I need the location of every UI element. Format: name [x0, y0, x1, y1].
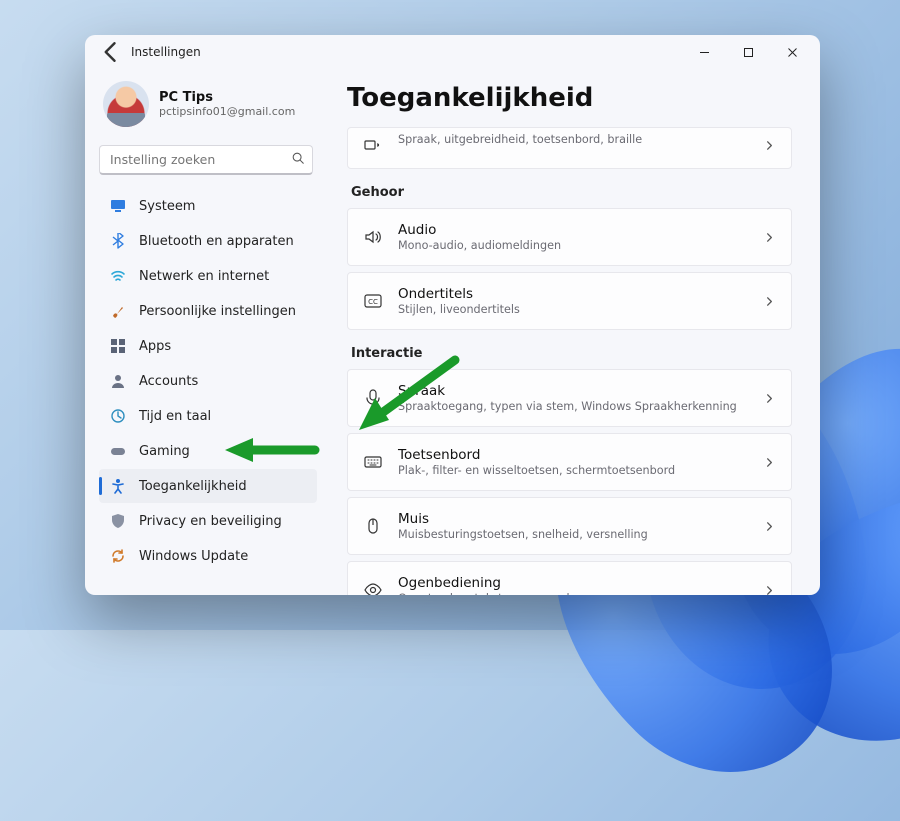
sidebar-item-label: Persoonlijke instellingen [139, 304, 296, 319]
apps-icon [109, 337, 127, 355]
sidebar-item-apps[interactable]: Apps [99, 329, 317, 363]
nav-list: Systeem Bluetooth en apparaten Netwerk e… [99, 189, 317, 573]
sidebar-item-label: Windows Update [139, 549, 248, 564]
avatar [103, 81, 149, 127]
sidebar-item-label: Privacy en beveiliging [139, 514, 282, 529]
sidebar-item-label: Bluetooth en apparaten [139, 234, 294, 249]
chevron-right-icon [764, 389, 775, 408]
close-button[interactable] [770, 37, 814, 67]
sidebar-item-windows-update[interactable]: Windows Update [99, 539, 317, 573]
sidebar-item-personalization[interactable]: Persoonlijke instellingen [99, 294, 317, 328]
person-icon [109, 372, 127, 390]
monitor-icon [109, 197, 127, 215]
globe-clock-icon [109, 407, 127, 425]
brush-icon [109, 302, 127, 320]
row-mouse[interactable]: Muis Muisbesturingstoetsen, snelheid, ve… [347, 497, 792, 555]
row-sub: Ogentracker, tekst-naar-spraak [398, 592, 750, 595]
sidebar-item-label: Apps [139, 339, 171, 354]
eye-icon [362, 579, 384, 595]
sidebar-item-accounts[interactable]: Accounts [99, 364, 317, 398]
sidebar-item-time-language[interactable]: Tijd en taal [99, 399, 317, 433]
row-title: Toetsenbord [398, 447, 750, 463]
main-content: Toegankelijkheid Spraak, uitgebreidheid,… [327, 69, 820, 595]
mouse-icon [362, 515, 384, 537]
row-sub: Spraaktoegang, typen via stem, Windows S… [398, 400, 750, 413]
row-sub: Plak-, filter- en wisseltoetsen, schermt… [398, 464, 750, 477]
row-sub: Mono-audio, audiomeldingen [398, 239, 750, 252]
titlebar: Instellingen [85, 35, 820, 69]
row-sub: Stijlen, liveondertitels [398, 303, 750, 316]
row-title: Ondertitels [398, 286, 750, 302]
row-narrator-partial[interactable]: Spraak, uitgebreidheid, toetsenbord, bra… [347, 127, 792, 169]
window-title: Instellingen [131, 45, 201, 59]
row-title: Spraak [398, 383, 750, 399]
chevron-right-icon [764, 292, 775, 311]
page-title: Toegankelijkheid [347, 83, 792, 113]
row-title: Audio [398, 222, 750, 238]
row-eye-control[interactable]: Ogenbediening Ogentracker, tekst-naar-sp… [347, 561, 792, 595]
wifi-icon [109, 267, 127, 285]
section-title-gehoor: Gehoor [351, 185, 792, 200]
sidebar-item-label: Toegankelijkheid [139, 479, 247, 494]
profile-name: PC Tips [159, 90, 295, 105]
row-captions[interactable]: CC Ondertitels Stijlen, liveondertitels [347, 272, 792, 330]
sidebar-item-label: Tijd en taal [139, 409, 211, 424]
sidebar-item-label: Accounts [139, 374, 198, 389]
sidebar-item-bluetooth[interactable]: Bluetooth en apparaten [99, 224, 317, 258]
row-keyboard[interactable]: Toetsenbord Plak-, filter- en wisseltoet… [347, 433, 792, 491]
speaker-icon [362, 226, 384, 248]
sidebar-item-gaming[interactable]: Gaming [99, 434, 317, 468]
search-input[interactable] [99, 145, 313, 175]
microphone-icon [362, 387, 384, 409]
cc-icon: CC [362, 290, 384, 312]
shield-icon [109, 512, 127, 530]
row-sub: Muisbesturingstoetsen, snelheid, versnel… [398, 528, 750, 541]
back-button[interactable] [97, 38, 125, 66]
search-box [99, 145, 313, 175]
row-speech[interactable]: Spraak Spraaktoegang, typen via stem, Wi… [347, 369, 792, 427]
bluetooth-icon [109, 232, 127, 250]
sidebar-item-network[interactable]: Netwerk en internet [99, 259, 317, 293]
profile-block[interactable]: PC Tips pctipsinfo01@gmail.com [99, 75, 317, 137]
sidebar-item-privacy[interactable]: Privacy en beveiliging [99, 504, 317, 538]
chevron-right-icon [764, 228, 775, 247]
keyboard-icon [362, 451, 384, 473]
search-icon [291, 151, 305, 169]
minimize-button[interactable] [682, 37, 726, 67]
settings-window: Instellingen PC Tips pctipsinfo01@gmail.… [85, 35, 820, 595]
section-title-interactie: Interactie [351, 346, 792, 361]
accessibility-icon [109, 477, 127, 495]
sidebar-item-label: Systeem [139, 199, 195, 214]
row-title: Ogenbediening [398, 575, 750, 591]
sidebar-item-label: Netwerk en internet [139, 269, 269, 284]
chevron-right-icon [764, 136, 775, 155]
chevron-right-icon [764, 517, 775, 536]
svg-text:CC: CC [368, 298, 378, 306]
chevron-right-icon [764, 453, 775, 472]
gamepad-icon [109, 442, 127, 460]
row-title: Muis [398, 511, 750, 527]
chevron-right-icon [764, 581, 775, 596]
update-icon [109, 547, 127, 565]
row-audio[interactable]: Audio Mono-audio, audiomeldingen [347, 208, 792, 266]
profile-email: pctipsinfo01@gmail.com [159, 105, 295, 118]
sidebar-item-label: Gaming [139, 444, 190, 459]
narrator-icon [362, 134, 384, 156]
sidebar-item-system[interactable]: Systeem [99, 189, 317, 223]
row-sub: Spraak, uitgebreidheid, toetsenbord, bra… [398, 133, 750, 146]
sidebar: PC Tips pctipsinfo01@gmail.com Systeem B… [85, 69, 327, 595]
maximize-button[interactable] [726, 37, 770, 67]
sidebar-item-accessibility[interactable]: Toegankelijkheid [99, 469, 317, 503]
